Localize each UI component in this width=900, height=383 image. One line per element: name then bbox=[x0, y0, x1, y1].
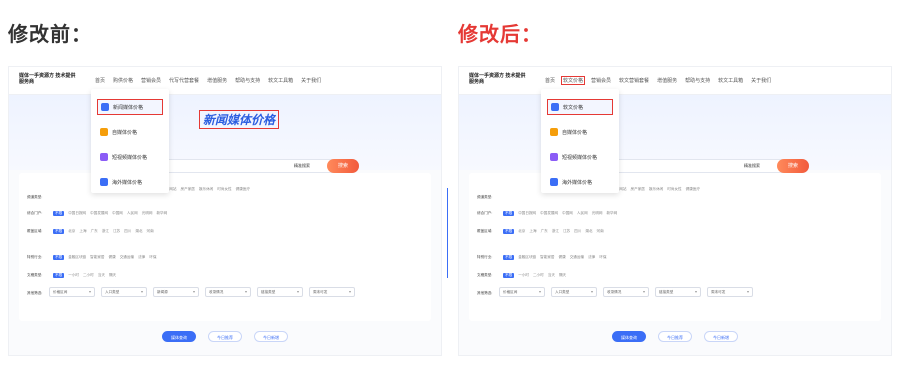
select-index-status[interactable]: 收录情况 bbox=[205, 287, 251, 297]
overseas-icon bbox=[550, 178, 558, 186]
tag-all[interactable]: 不限 bbox=[503, 273, 515, 278]
select-link-type[interactable]: 链接类型 bbox=[257, 287, 303, 297]
after-heading: 修改后： bbox=[458, 22, 542, 46]
news-icon bbox=[101, 103, 109, 111]
nav-toolbox[interactable]: 软文工具箱 bbox=[718, 77, 743, 84]
tag-all[interactable]: 不限 bbox=[503, 229, 515, 234]
action-buttons: 媒体查询 今日推荐 今日新增 bbox=[9, 331, 441, 342]
news-icon bbox=[551, 103, 559, 111]
nav-price[interactable]: 购供价格 bbox=[113, 77, 133, 84]
filter-row-other: 其他筛选: bbox=[477, 291, 493, 295]
filter-row-channel-label: 频道类型: bbox=[477, 195, 493, 199]
filter-row-portal: 综合门户: 不限 中国日报网 中国发展网 中国网 人民网 光明网 新华网 bbox=[477, 211, 618, 216]
self-media-icon bbox=[100, 128, 108, 136]
after-panel: 修改后： 媒体一手资源方 技术提供服务商 首页 软文价格 营销会员 软文营销套餐… bbox=[447, 0, 900, 383]
select-entry-type[interactable]: 入口类型 bbox=[101, 287, 147, 297]
after-screenshot: 媒体一手资源方 技术提供服务商 首页 软文价格 营销会员 软文营销套餐 增值服务… bbox=[458, 66, 892, 356]
site-logo[interactable]: 媒体一手资源方 技术提供服务商 bbox=[19, 73, 79, 85]
select-row: 价格区间 入口类型 新闻源 收录情况 链接类型 周末可发 bbox=[49, 287, 355, 297]
price-dropdown-menu: 新闻媒体价格 自媒体价格 短视频媒体价格 海外媒体价格 bbox=[91, 89, 169, 193]
filter-row-channel-label: 频道类型: bbox=[27, 195, 43, 199]
dropdown-item-short-video[interactable]: 短视频媒体价格 bbox=[547, 149, 613, 165]
nav-about[interactable]: 关于我们 bbox=[751, 77, 771, 84]
nav-toolbox[interactable]: 软文工具箱 bbox=[268, 77, 293, 84]
self-media-icon bbox=[550, 128, 558, 136]
nav-member[interactable]: 营销会员 bbox=[141, 77, 161, 84]
tag-all[interactable]: 不限 bbox=[53, 255, 65, 260]
select-row: 价格区间 入口类型 收录情况 链接类型 周末可发 bbox=[499, 287, 753, 297]
before-heading: 修改前： bbox=[8, 22, 92, 46]
nav-help[interactable]: 帮助与支持 bbox=[685, 77, 710, 84]
nav-about[interactable]: 关于我们 bbox=[301, 77, 321, 84]
filter-row-region: 覆盖区域: 不限 北京 上海 广东 浙江 江苏 四川 湖北 河南 bbox=[477, 229, 604, 234]
nav-help[interactable]: 帮助与支持 bbox=[235, 77, 260, 84]
select-news-source[interactable]: 新闻源 bbox=[153, 287, 199, 297]
select-weekend[interactable]: 周末可发 bbox=[707, 287, 753, 297]
top-nav: 媒体一手资源方 技术提供服务商 首页 软文价格 营销会员 软文营销套餐 增值服务… bbox=[459, 67, 891, 95]
select-price-range[interactable]: 价格区间 bbox=[499, 287, 545, 297]
search-button[interactable]: 搜索 bbox=[777, 159, 809, 173]
dropdown-item-news[interactable]: 软文价格 bbox=[547, 99, 613, 115]
dropdown-item-overseas[interactable]: 海外媒体价格 bbox=[547, 174, 613, 190]
nav-service[interactable]: 增值服务 bbox=[657, 77, 677, 84]
dropdown-item-self-media[interactable]: 自媒体价格 bbox=[97, 124, 163, 140]
nav-price[interactable]: 软文价格 bbox=[561, 76, 586, 85]
short-video-icon bbox=[100, 153, 108, 161]
filter-row-doc-type: 文稿类型: 不限 一小时 二小时 当天 隔天 bbox=[477, 273, 567, 278]
before-screenshot: 媒体一手资源方 技术提供服务商 首页 购供价格 营销会员 代写代营套餐 增值服务… bbox=[8, 66, 442, 356]
select-weekend[interactable]: 周末可发 bbox=[309, 287, 355, 297]
search-filter-select[interactable]: 精准搜索 bbox=[294, 163, 310, 169]
nav-links: 首页 软文价格 营销会员 软文营销套餐 增值服务 帮助与支持 软文工具箱 关于我… bbox=[545, 76, 771, 85]
select-price-range[interactable]: 价格区间 bbox=[49, 287, 95, 297]
nav-links: 首页 购供价格 营销会员 代写代营套餐 增值服务 帮助与支持 软文工具箱 关于我… bbox=[95, 77, 321, 84]
hero-title: 新闻媒体价格 bbox=[199, 110, 280, 129]
before-panel: 修改前： 媒体一手资源方 技术提供服务商 首页 购供价格 营销会员 代写代营套餐… bbox=[0, 0, 450, 383]
filter-row-industry: 特别行业: 不限 金融区块链 智能家居 健康 交通运输 法律 环保 bbox=[477, 255, 607, 260]
select-link-type[interactable]: 链接类型 bbox=[655, 287, 701, 297]
action-buttons: 媒体查询 今日推荐 今日新增 bbox=[459, 331, 891, 342]
site-logo[interactable]: 媒体一手资源方 技术提供服务商 bbox=[469, 73, 529, 85]
tag-all[interactable]: 不限 bbox=[503, 255, 515, 260]
dropdown-item-news[interactable]: 新闻媒体价格 bbox=[97, 99, 163, 115]
media-query-button[interactable]: 媒体查询 bbox=[162, 331, 196, 342]
filter-row-doc-type: 文稿类型: 不限 一小时 二小时 当天 隔天 bbox=[27, 273, 117, 278]
media-query-button[interactable]: 媒体查询 bbox=[612, 331, 646, 342]
select-index-status[interactable]: 收录情况 bbox=[603, 287, 649, 297]
filter-card: 新闻资讯 财经金融 IT科技 汽车网站 房产家居 娱乐休闲 时尚女性 健康医疗 … bbox=[469, 173, 881, 321]
tag-all[interactable]: 不限 bbox=[53, 229, 65, 234]
today-recommend-button[interactable]: 今日推荐 bbox=[208, 331, 242, 342]
short-video-icon bbox=[550, 153, 558, 161]
nav-member[interactable]: 营销会员 bbox=[591, 77, 611, 84]
price-dropdown-menu: 软文价格 自媒体价格 短视频媒体价格 海外媒体价格 bbox=[541, 89, 619, 193]
filter-row-region: 覆盖区域: 不限 北京 上海 广东 浙江 江苏 四川 湖北 河南 bbox=[27, 229, 154, 234]
today-recommend-button[interactable]: 今日推荐 bbox=[658, 331, 692, 342]
select-entry-type[interactable]: 入口类型 bbox=[551, 287, 597, 297]
today-new-button[interactable]: 今日新增 bbox=[704, 331, 738, 342]
tag-all[interactable]: 不限 bbox=[503, 211, 515, 216]
filter-row-portal: 综合门户: 不限 中国日报网 中国发展网 中国网 人民网 光明网 新华网 bbox=[27, 211, 168, 216]
top-nav: 媒体一手资源方 技术提供服务商 首页 购供价格 营销会员 代写代营套餐 增值服务… bbox=[9, 67, 441, 95]
filter-card: 新闻资讯 财经金融 IT科技 汽车网站 房产家居 娱乐休闲 时尚女性 健康医疗 … bbox=[19, 173, 431, 321]
overseas-icon bbox=[100, 178, 108, 186]
search-button[interactable]: 搜索 bbox=[327, 159, 359, 173]
dropdown-item-self-media[interactable]: 自媒体价格 bbox=[547, 124, 613, 140]
side-indicator-line bbox=[447, 188, 448, 278]
search-hero: 查询网站 精准搜索 搜索 bbox=[459, 95, 891, 173]
dropdown-item-overseas[interactable]: 海外媒体价格 bbox=[97, 174, 163, 190]
tag-all[interactable]: 不限 bbox=[53, 273, 65, 278]
search-hero: 查询网站 精准搜索 搜索 bbox=[9, 95, 441, 173]
nav-package[interactable]: 软文营销套餐 bbox=[619, 77, 649, 84]
filter-row-industry: 特别行业: 不限 金融区块链 智能家居 健康 交通运输 法律 环保 bbox=[27, 255, 157, 260]
nav-home[interactable]: 首页 bbox=[95, 77, 105, 84]
dropdown-item-short-video[interactable]: 短视频媒体价格 bbox=[97, 149, 163, 165]
nav-service[interactable]: 增值服务 bbox=[207, 77, 227, 84]
filter-row-other: 其他筛选: bbox=[27, 291, 43, 295]
tag-all[interactable]: 不限 bbox=[53, 211, 65, 216]
nav-home[interactable]: 首页 bbox=[545, 77, 555, 84]
today-new-button[interactable]: 今日新增 bbox=[254, 331, 288, 342]
search-filter-select[interactable]: 精准搜索 bbox=[744, 163, 760, 169]
nav-package[interactable]: 代写代营套餐 bbox=[169, 77, 199, 84]
